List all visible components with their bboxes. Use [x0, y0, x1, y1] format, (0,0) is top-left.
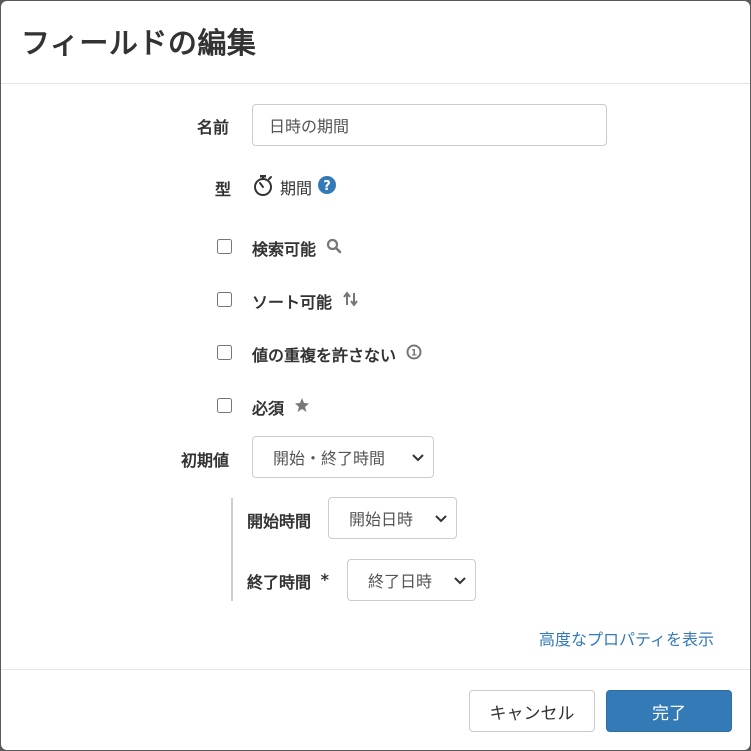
chevron-down-icon [412, 454, 424, 462]
searchable-row: 検索可能 [217, 238, 342, 259]
required-checkbox[interactable] [217, 398, 232, 413]
sort-icon [342, 291, 360, 311]
default-value-selected: 開始・終了時間 [273, 449, 386, 468]
unique-icon: 1 [406, 344, 422, 364]
name-label: 名前 [197, 118, 230, 137]
subfield-divider [231, 498, 233, 601]
cancel-button[interactable]: キャンセル [469, 690, 595, 732]
default-value-label: 初期値 [181, 451, 230, 470]
end-time-label-text: 終了時間 [247, 573, 312, 592]
searchable-checkbox[interactable] [217, 239, 232, 254]
star-icon [294, 397, 310, 417]
svg-text:?: ? [323, 179, 331, 194]
start-time-label: 開始時間 [247, 512, 312, 531]
show-advanced-properties-link[interactable]: 高度なプロパティを表示 [539, 626, 714, 650]
end-time-selected: 終了日時 [368, 572, 433, 591]
start-time-selected: 開始日時 [349, 510, 414, 529]
search-icon [326, 238, 342, 258]
help-icon[interactable]: ? [318, 176, 337, 198]
dialog-footer: キャンセル 完了 [1, 669, 750, 750]
required-label: 必須 [252, 399, 285, 418]
svg-text:1: 1 [411, 349, 417, 359]
unique-row: 値の重複を許さない 1 [217, 344, 422, 365]
sortable-row: ソート可能 [217, 291, 358, 312]
end-time-label: 終了時間 * [247, 569, 329, 593]
type-value: 期間 [280, 179, 313, 198]
done-button[interactable]: 完了 [606, 690, 732, 732]
required-mark: * [320, 570, 329, 589]
dialog-header: フィールドの編集 [1, 1, 750, 84]
required-row: 必須 [217, 398, 310, 418]
stopwatch-icon [252, 173, 274, 201]
type-label: 型 [215, 180, 232, 199]
unique-label: 値の重複を許さない [252, 346, 397, 365]
searchable-label: 検索可能 [252, 240, 317, 259]
chevron-down-icon [454, 577, 466, 585]
start-time-select[interactable]: 開始日時 [328, 497, 457, 539]
default-value-select[interactable]: 開始・終了時間 [252, 436, 434, 478]
sortable-label: ソート可能 [252, 293, 333, 312]
sortable-checkbox[interactable] [217, 292, 232, 307]
end-time-select[interactable]: 終了日時 [347, 559, 476, 601]
name-input[interactable] [252, 104, 607, 146]
dialog-title: フィールドの編集 [21, 26, 257, 60]
chevron-down-icon [435, 515, 447, 523]
edit-field-dialog: フィールドの編集 名前 型 期間 ? 検索可能 [1, 1, 750, 750]
type-display: 期間 ? [252, 173, 337, 201]
unique-checkbox[interactable] [217, 345, 232, 360]
